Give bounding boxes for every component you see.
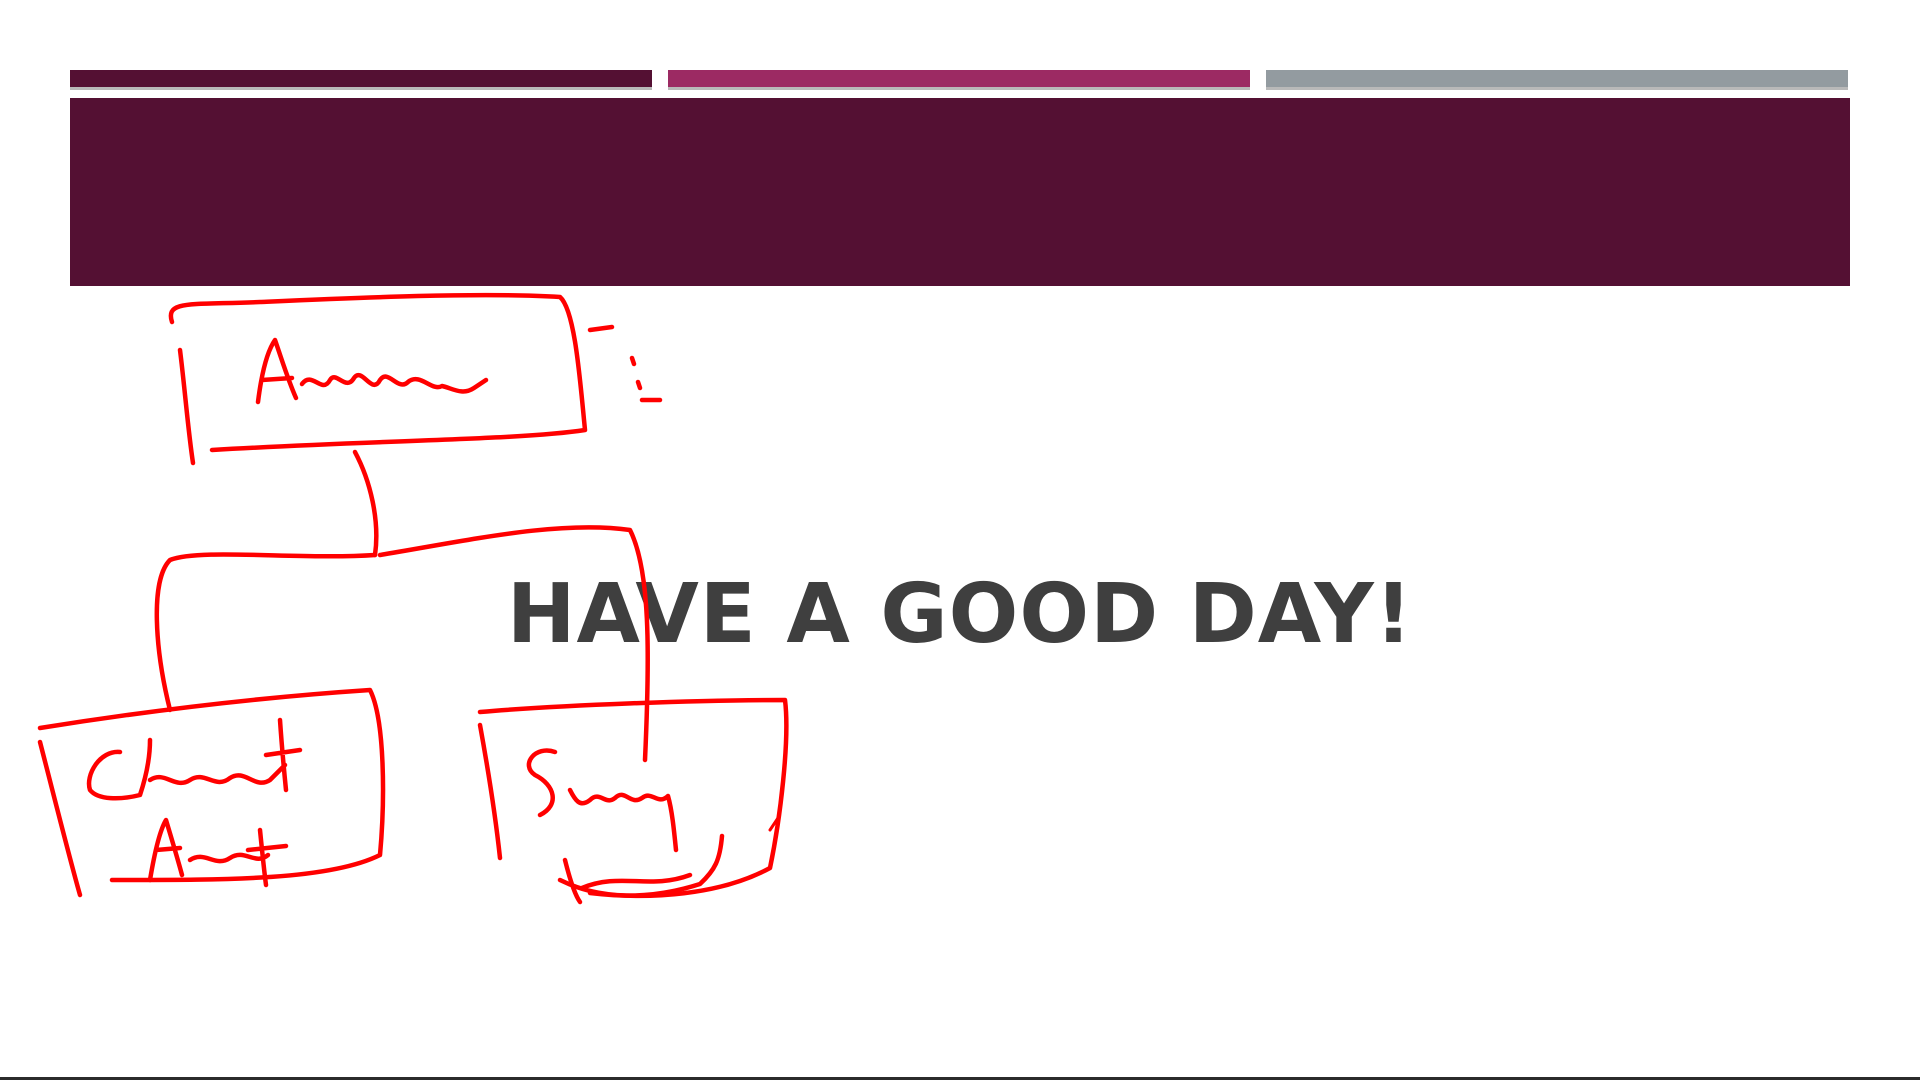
annotation-connector-down — [352, 449, 379, 558]
annotation-top-box-left-edge — [177, 347, 196, 466]
slide-heading: HAVE A GOOD DAY! — [506, 567, 1414, 662]
annotation-top-box-scribble — [255, 337, 489, 405]
annotation-top-box — [168, 292, 588, 453]
annotation-pen-cursor — [768, 816, 780, 832]
accent-bar-magenta — [668, 70, 1250, 87]
annotation-right-box — [477, 697, 789, 899]
annotation-right-box-left-edge — [477, 722, 503, 861]
accent-bar-dark — [70, 70, 652, 87]
annotation-left-box-left-edge — [37, 739, 83, 898]
annotation-right-box-scribble — [526, 748, 725, 905]
presentation-slide: HAVE A GOOD DAY! — [0, 0, 1920, 1080]
annotation-left-box-scribble — [86, 717, 303, 888]
title-band — [70, 98, 1850, 286]
annotation-top-dots — [587, 324, 663, 403]
annotation-left-box — [37, 687, 386, 883]
accent-bar-gray — [1266, 70, 1848, 87]
